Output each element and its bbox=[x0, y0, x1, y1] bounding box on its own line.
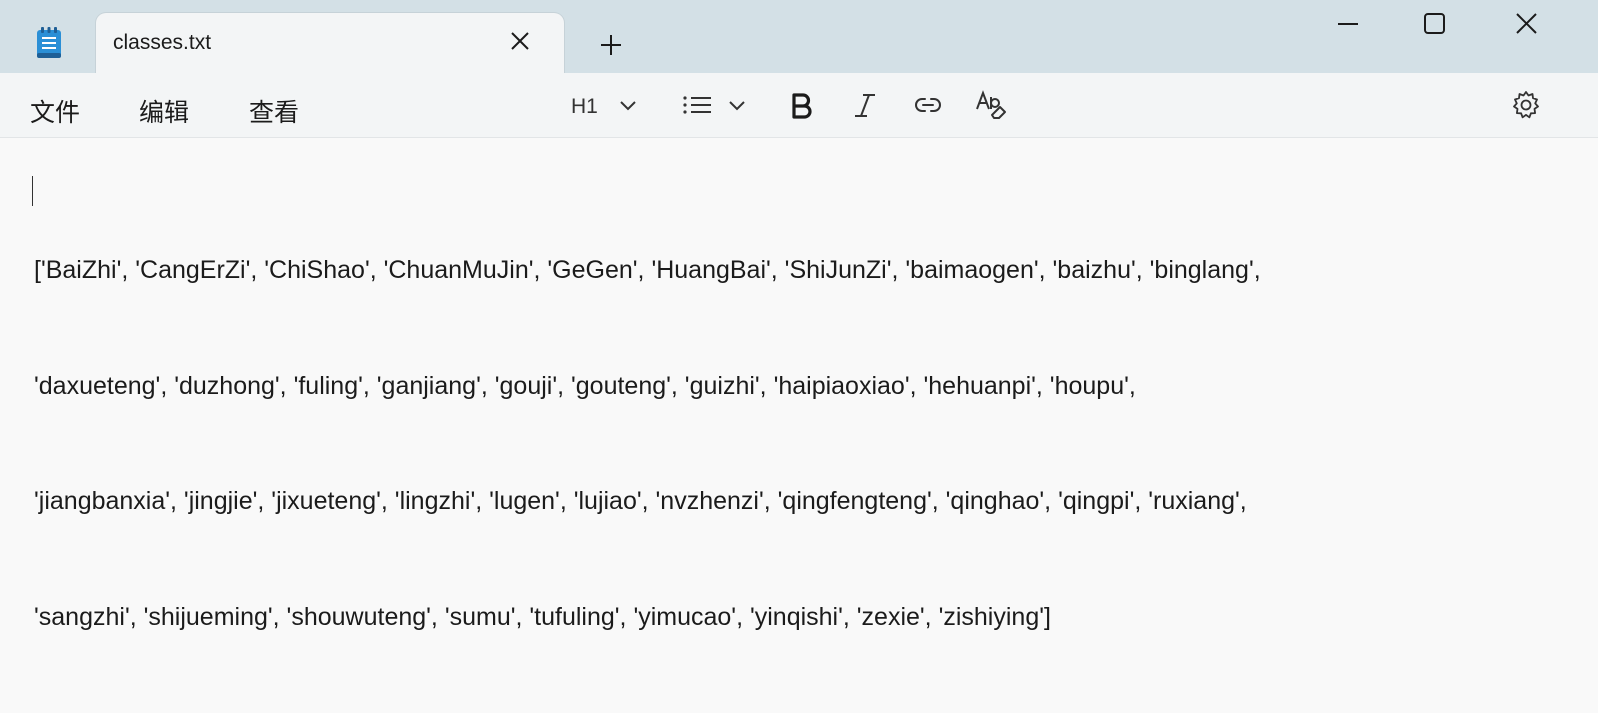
text-line: 'sangzhi', 'shijueming', 'shouwuteng', '… bbox=[34, 602, 1051, 631]
new-tab-plus-icon[interactable] bbox=[598, 32, 624, 58]
text-line: 'daxueteng', 'duzhong', 'fuling', 'ganji… bbox=[34, 371, 1136, 400]
list-dropdown[interactable] bbox=[680, 89, 752, 121]
gear-icon[interactable] bbox=[1510, 89, 1542, 121]
tab-title: classes.txt bbox=[113, 31, 212, 54]
tab-close-icon[interactable] bbox=[508, 29, 532, 53]
menu-view[interactable]: 查看 bbox=[249, 93, 299, 129]
text-line: ['BaiZhi', 'CangErZi', 'ChiShao', 'Chuan… bbox=[34, 256, 1261, 284]
menu-bar: 文件 编辑 查看 H1 bbox=[0, 73, 1598, 138]
bulleted-list-icon bbox=[683, 96, 745, 114]
text-editor[interactable]: ['BaiZhi', 'CangErZi', 'ChiShao', 'Chuan… bbox=[0, 138, 1598, 631]
italic-icon[interactable] bbox=[850, 89, 880, 121]
text-line: 'jiangbanxia', 'jingjie', 'jixueteng', '… bbox=[34, 487, 1247, 515]
minimize-icon[interactable] bbox=[1328, 10, 1368, 38]
menu-edit[interactable]: 编辑 bbox=[139, 93, 189, 129]
menu-file[interactable]: 文件 bbox=[30, 93, 80, 129]
link-icon[interactable] bbox=[912, 89, 944, 121]
window-close-icon[interactable] bbox=[1506, 10, 1546, 38]
document-tab[interactable]: classes.txt bbox=[96, 13, 564, 75]
chevron-down-icon bbox=[618, 89, 638, 121]
clear-formatting-icon[interactable] bbox=[974, 89, 1008, 121]
bold-icon[interactable] bbox=[786, 89, 816, 121]
title-bar: classes.txt bbox=[0, 0, 1598, 75]
notepad-icon bbox=[36, 27, 62, 59]
maximize-icon[interactable] bbox=[1414, 10, 1454, 38]
heading-label: H1 bbox=[571, 95, 598, 118]
text-caret bbox=[32, 176, 33, 206]
document-content[interactable]: ['BaiZhi', 'CangErZi', 'ChiShao', 'Chuan… bbox=[34, 174, 1594, 713]
